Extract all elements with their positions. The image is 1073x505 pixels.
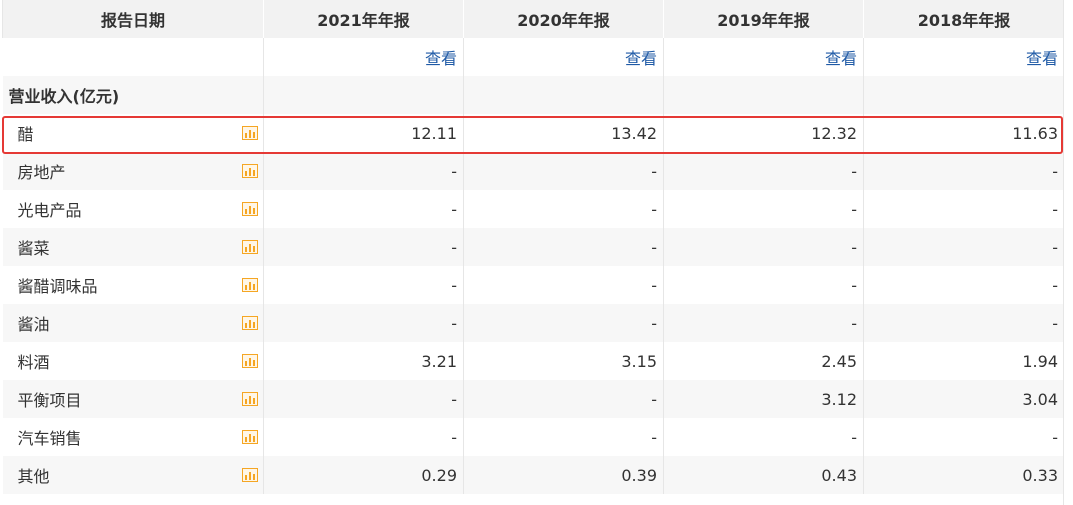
row-label-cell: 醋 (2, 114, 264, 152)
bar-chart-icon[interactable] (242, 430, 258, 444)
table-row: 酱油 - - - - (2, 304, 1065, 342)
scroll-edge (1063, 0, 1073, 505)
value-cell: 13.42 (463, 114, 664, 152)
bar-chart-icon[interactable] (242, 316, 258, 330)
value-cell: - (463, 190, 664, 228)
value-cell: - (463, 266, 664, 304)
section-title: 营业收入(亿元) (2, 76, 264, 114)
data-rows: 醋 12.11 13.42 12.32 11.63 房地产 - - - - 光电产品 - - - - 酱菜 - -… (2, 114, 1065, 494)
value-cell: 3.21 (263, 342, 464, 380)
value-cell: - (863, 266, 1065, 304)
section-header-row: 营业收入(亿元) (2, 76, 1065, 114)
bar-chart-icon[interactable] (242, 164, 258, 178)
row-label-cell: 料酒 (2, 342, 264, 380)
value-cell: 12.11 (263, 114, 464, 152)
bar-chart-icon[interactable] (242, 240, 258, 254)
value-cell: 3.12 (663, 380, 864, 418)
row-label-cell: 酱油 (2, 304, 264, 342)
value-cell: - (463, 228, 664, 266)
bar-chart-icon[interactable] (242, 278, 258, 292)
table-row: 料酒 3.21 3.15 2.45 1.94 (2, 342, 1065, 380)
row-label-cell: 酱菜 (2, 228, 264, 266)
bar-chart-icon[interactable] (242, 392, 258, 406)
value-cell: - (463, 152, 664, 190)
table-row: 酱醋调味品 - - - - (2, 266, 1065, 304)
header-period: 2019年年报 (663, 0, 864, 38)
table-row: 醋 12.11 13.42 12.32 11.63 (2, 114, 1065, 152)
value-cell: - (263, 380, 464, 418)
header-period: 2018年年报 (863, 0, 1065, 38)
value-cell: - (863, 152, 1065, 190)
value-cell: 0.43 (663, 456, 864, 494)
value-cell: - (663, 152, 864, 190)
value-cell: - (263, 152, 464, 190)
view-report-link[interactable]: 查看 (425, 49, 457, 68)
row-label-cell: 光电产品 (2, 190, 264, 228)
bar-chart-icon[interactable] (242, 202, 258, 216)
value-cell: - (863, 418, 1065, 456)
value-cell: - (263, 228, 464, 266)
header-period: 2020年年报 (463, 0, 664, 38)
view-links-row: 查看 查看 查看 查看 (2, 38, 1065, 76)
value-cell: - (663, 304, 864, 342)
row-name: 光电产品 (17, 201, 82, 220)
row-name: 平衡项目 (17, 391, 82, 410)
row-name: 醋 (17, 125, 34, 144)
bar-chart-icon[interactable] (242, 126, 258, 140)
value-cell: - (263, 266, 464, 304)
table-row: 平衡项目 - -3.12 3.04 (2, 380, 1065, 418)
value-cell: 0.29 (263, 456, 464, 494)
view-report-link[interactable]: 查看 (825, 49, 857, 68)
bar-chart-icon[interactable] (242, 354, 258, 368)
header-report-date: 报告日期 (2, 0, 264, 38)
bar-chart-icon[interactable] (242, 468, 258, 482)
row-name: 房地产 (17, 163, 66, 182)
row-label-cell: 汽车销售 (2, 418, 264, 456)
financial-table: 报告日期 2021年年报 2020年年报 2019年年报 2018年年报 查看 … (0, 0, 1073, 505)
value-cell: - (663, 228, 864, 266)
value-cell: - (263, 190, 464, 228)
view-report-link[interactable]: 查看 (625, 49, 657, 68)
row-label-cell: 平衡项目 (2, 380, 264, 418)
row-label-cell: 房地产 (2, 152, 264, 190)
value-cell: - (263, 418, 464, 456)
value-cell: 3.04 (863, 380, 1065, 418)
row-name: 酱油 (17, 315, 50, 334)
view-report-link[interactable]: 查看 (1026, 49, 1058, 68)
value-cell: - (863, 190, 1065, 228)
table-row: 光电产品 - - - - (2, 190, 1065, 228)
value-cell: - (463, 380, 664, 418)
header-period: 2021年年报 (263, 0, 464, 38)
table-row: 汽车销售 - - - - (2, 418, 1065, 456)
row-name: 其他 (17, 467, 50, 486)
table-row: 房地产 - - - - (2, 152, 1065, 190)
value-cell: 11.63 (863, 114, 1065, 152)
value-cell: 0.33 (863, 456, 1065, 494)
row-name: 酱醋调味品 (17, 277, 98, 296)
value-cell: - (663, 266, 864, 304)
value-cell: - (463, 418, 664, 456)
value-cell: 3.15 (463, 342, 664, 380)
row-name: 料酒 (17, 353, 50, 372)
value-cell: - (263, 304, 464, 342)
value-cell: - (863, 304, 1065, 342)
row-label-cell: 其他 (2, 456, 264, 494)
row-name: 汽车销售 (17, 429, 82, 448)
value-cell: 2.45 (663, 342, 864, 380)
row-name: 酱菜 (17, 239, 50, 258)
value-cell: 0.39 (463, 456, 664, 494)
revenue-breakdown-table: 报告日期 2021年年报 2020年年报 2019年年报 2018年年报 查看 … (2, 0, 1065, 494)
value-cell: 12.32 (663, 114, 864, 152)
header-row: 报告日期 2021年年报 2020年年报 2019年年报 2018年年报 (2, 0, 1065, 38)
value-cell: - (663, 190, 864, 228)
view-row-label (2, 38, 264, 76)
value-cell: - (663, 418, 864, 456)
value-cell: - (463, 304, 664, 342)
value-cell: - (863, 228, 1065, 266)
table-row: 酱菜 - - - - (2, 228, 1065, 266)
table-row: 其他 0.29 0.39 0.43 0.33 (2, 456, 1065, 494)
value-cell: 1.94 (863, 342, 1065, 380)
row-label-cell: 酱醋调味品 (2, 266, 264, 304)
